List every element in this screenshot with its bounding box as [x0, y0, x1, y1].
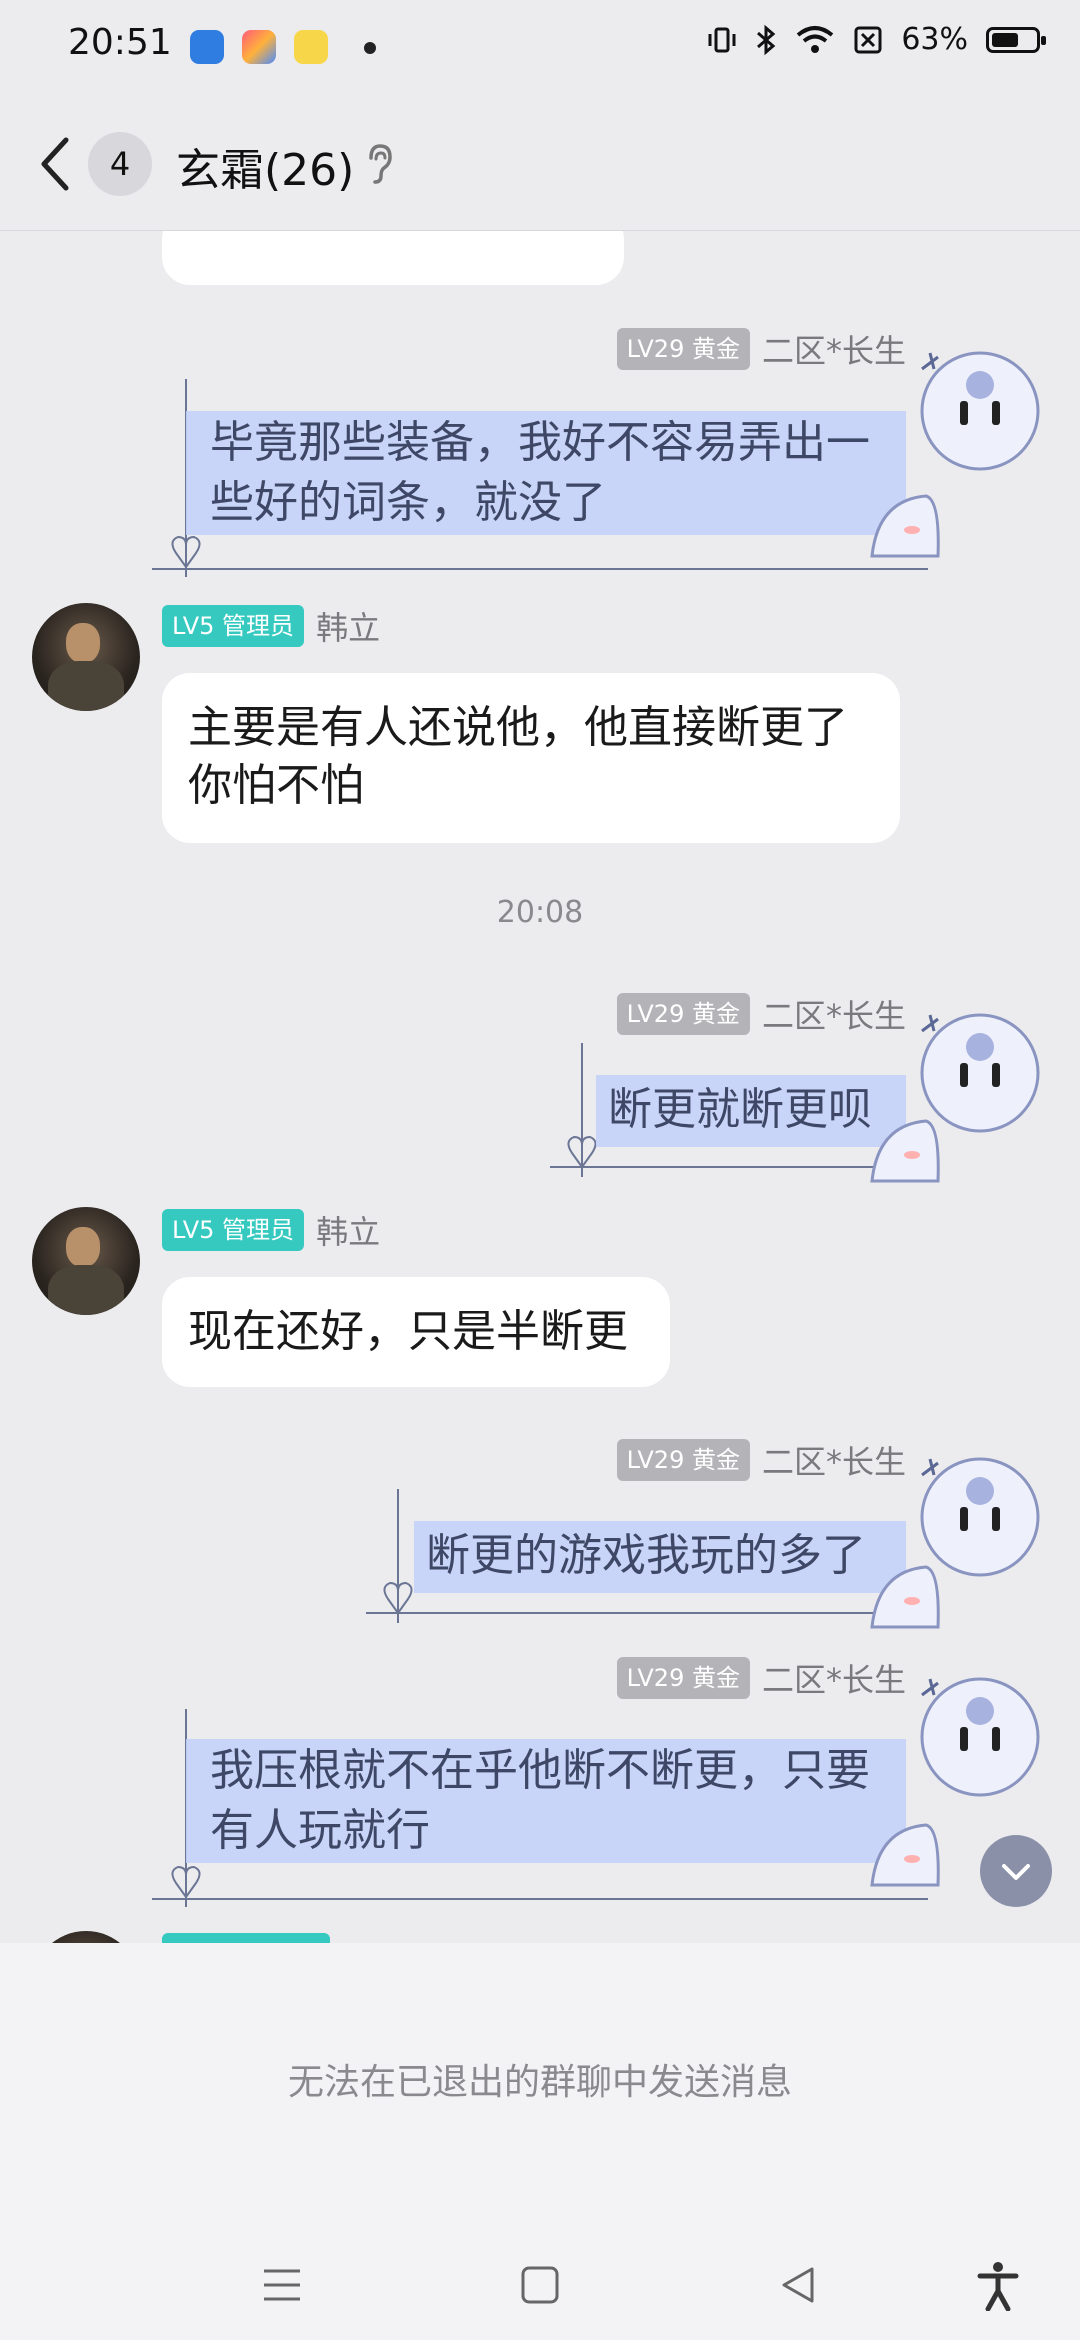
chat-title[interactable]: 玄霜(26) [176, 134, 354, 198]
sender-row: LV29 黄金 二区*长生 [616, 326, 906, 372]
sender-row: LV5 管理员 韩立 [162, 603, 380, 649]
accessibility-icon[interactable] [976, 2261, 1020, 2311]
level-badge: LV29 黄金 [616, 1657, 750, 1699]
level-badge: LV5 管理员 [162, 1209, 305, 1251]
mascot-peek-icon [870, 494, 940, 558]
app-notification-icon [190, 30, 224, 64]
sender-row: LV5 管理员 韩立 [162, 1207, 380, 1253]
mascot-peek-icon [870, 1565, 940, 1629]
sender-avatar[interactable] [32, 1931, 140, 1943]
message-list[interactable]: LV29 黄金 二区*长生 毕竟那些装备，我好不容易弄出一些好的词条，就没了 L… [0, 231, 1080, 1943]
input-area: 无法在已退出的群聊中发送消息 [0, 1943, 1080, 2233]
status-time: 20:51 [68, 22, 172, 63]
message-bubble[interactable]: 毕竟那些装备，我好不容易弄出一些好的词条，就没了 [186, 411, 906, 535]
message-bubble[interactable]: 断更的游戏我玩的多了 [414, 1521, 906, 1593]
unread-count-badge[interactable]: 4 [88, 132, 152, 196]
sim-blocked-icon [854, 26, 882, 53]
sender-avatar[interactable] [32, 1207, 140, 1315]
battery-icon [986, 26, 1046, 53]
level-badge: LV29 黄金 [616, 993, 750, 1035]
message-bubble-partial [162, 231, 624, 285]
sender-name: 二区*长生 [761, 1661, 906, 1699]
sender-name: 韩立 [316, 609, 381, 647]
sender-name: 二区*长生 [761, 332, 906, 370]
more-notifications-icon [364, 42, 376, 54]
app-notification-icon [242, 30, 276, 64]
scroll-to-bottom-button[interactable] [980, 1835, 1052, 1907]
message-bubble[interactable]: 现在还好，只是半断更 [162, 1277, 670, 1387]
sender-row: LV29 黄金 二区*长生 [616, 1655, 906, 1701]
menu-icon[interactable] [262, 2265, 302, 2305]
level-badge: LV29 黄金 [616, 328, 750, 370]
sender-row: LV29 黄金 二区*长生 [616, 1437, 906, 1483]
chevron-down-icon [1002, 1864, 1030, 1880]
timestamp: 20:08 [496, 895, 584, 930]
home-icon[interactable] [520, 2265, 560, 2305]
ear-icon[interactable] [364, 142, 394, 186]
level-badge-partial [162, 1933, 330, 1943]
sender-avatar[interactable] [908, 1665, 1048, 1805]
level-badge: LV29 黄金 [616, 1439, 750, 1481]
back-nav-icon[interactable] [778, 2265, 818, 2305]
mascot-peek-icon [870, 1119, 940, 1183]
status-bar: 20:51 63% [0, 0, 1080, 96]
back-icon[interactable] [34, 132, 78, 196]
ghost-mascot-icon [920, 351, 1040, 471]
battery-level [992, 32, 1018, 47]
level-badge: LV5 管理员 [162, 605, 305, 647]
sender-avatar[interactable] [908, 339, 1048, 479]
message-bubble[interactable]: 主要是有人还说他，他直接断更了你怕不怕 [162, 673, 900, 843]
bluetooth-icon [757, 24, 776, 55]
sender-name: 二区*长生 [761, 1443, 906, 1481]
ghost-mascot-icon [920, 1677, 1040, 1797]
status-icons: 63% [707, 22, 1046, 57]
sender-row: LV29 黄金 二区*长生 [616, 991, 906, 1037]
mascot-peek-icon [870, 1823, 940, 1887]
wifi-icon [797, 25, 834, 53]
message-bubble[interactable]: 断更就断更呗 [596, 1075, 906, 1147]
sender-name: 韩立 [316, 1213, 381, 1251]
app-notification-icon [294, 30, 328, 64]
battery-percent: 63% [901, 22, 968, 57]
chat-header: 4 玄霜(26) [0, 96, 1080, 231]
system-nav-bar [0, 2233, 1080, 2340]
message-bubble[interactable]: 我压根就不在乎他断不断更，只要有人玩就行 [186, 1739, 906, 1863]
sender-avatar[interactable] [32, 603, 140, 711]
sender-name: 二区*长生 [761, 997, 906, 1035]
vibrate-icon [708, 27, 736, 52]
disabled-input-notice: 无法在已退出的群聊中发送消息 [287, 2062, 792, 2103]
